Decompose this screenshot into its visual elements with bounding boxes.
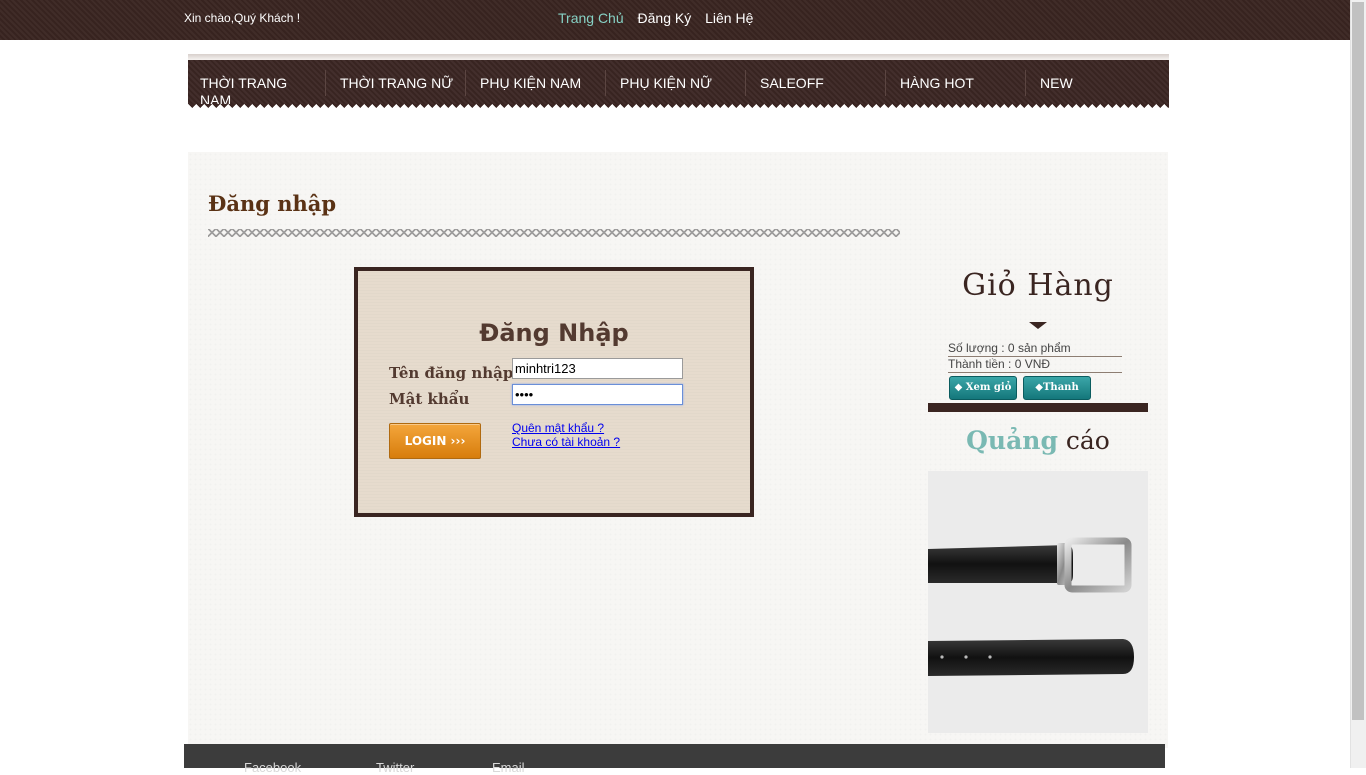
login-button[interactable]: LOGIN ››› bbox=[389, 423, 481, 459]
footer-bar: Facebook Twitter Email bbox=[184, 744, 1165, 775]
nav-separator bbox=[885, 70, 886, 96]
login-heading: Đăng Nhập bbox=[479, 319, 629, 347]
cart-title: Giỏ Hàng bbox=[962, 268, 1114, 303]
nav-item-women-accessories[interactable]: PHỤ KIỆN NỮ bbox=[620, 75, 745, 92]
main-nav: THỜI TRANG NAM THỜI TRANG NỮ PHỤ KIỆN NA… bbox=[188, 54, 1169, 116]
nav-separator bbox=[325, 70, 326, 96]
forgot-password-link[interactable]: Quên mật khẩu ? bbox=[512, 421, 604, 435]
ad-belt-image[interactable] bbox=[928, 471, 1148, 733]
cart-arrow-icon bbox=[1029, 322, 1047, 329]
belt-illustration bbox=[928, 537, 1134, 676]
top-links: Trang Chủ Đăng Ký Liên Hệ bbox=[558, 10, 763, 26]
top-bar: Xin chào,Quý Khách ! Trang Chủ Đăng Ký L… bbox=[0, 0, 1350, 40]
nav-item-new[interactable]: NEW bbox=[1040, 75, 1165, 92]
page-title: Đăng nhập bbox=[208, 191, 337, 216]
username-input[interactable] bbox=[512, 358, 683, 379]
cart-total: Thành tiền : 0 VNĐ bbox=[948, 357, 1122, 373]
nav-item-hot[interactable]: HÀNG HOT bbox=[900, 75, 1025, 92]
top-link-register[interactable]: Đăng Ký bbox=[638, 10, 692, 26]
nav-item-women-fashion[interactable]: THỜI TRANG NỮ bbox=[340, 75, 465, 92]
ads-title-part1: Quảng bbox=[966, 426, 1058, 455]
cart-quantity: Số lượng : 0 sản phẩm bbox=[948, 341, 1122, 357]
diamond-icon: ◆ bbox=[954, 382, 966, 393]
view-cart-label: Xem giỏ bbox=[965, 382, 1012, 393]
username-label: Tên đăng nhập bbox=[389, 364, 514, 382]
title-wavy-underline bbox=[208, 229, 900, 237]
checkout-button[interactable]: ◆Thanh toán bbox=[1023, 376, 1091, 415]
nav-item-men-accessories[interactable]: PHỤ KIỆN NAM bbox=[480, 75, 605, 92]
password-label: Mật khẩu bbox=[389, 390, 470, 408]
nav-separator bbox=[1025, 70, 1026, 96]
nav-separator bbox=[605, 70, 606, 96]
nav-zigzag-edge bbox=[188, 104, 1169, 112]
diamond-icon: ◆ bbox=[1035, 382, 1043, 393]
ads-title-part2: cáo bbox=[1065, 426, 1110, 455]
sidebar-divider bbox=[928, 403, 1148, 412]
top-link-home[interactable]: Trang Chủ bbox=[558, 10, 624, 26]
nav-separator bbox=[745, 70, 746, 96]
nav-bar: THỜI TRANG NAM THỜI TRANG NỮ PHỤ KIỆN NA… bbox=[188, 60, 1169, 108]
password-input[interactable] bbox=[512, 384, 683, 405]
nav-separator bbox=[465, 70, 466, 96]
view-cart-button[interactable]: ◆ Xem giỏ bbox=[949, 376, 1017, 400]
register-link[interactable]: Chưa có tài khoản ? bbox=[512, 435, 620, 449]
top-link-contact[interactable]: Liên Hệ bbox=[705, 10, 753, 26]
greeting-text: Xin chào,Quý Khách ! bbox=[184, 11, 301, 25]
nav-item-saleoff[interactable]: SALEOFF bbox=[760, 75, 885, 92]
scrollbar-thumb[interactable] bbox=[1352, 2, 1364, 720]
login-box: Đăng Nhập Tên đăng nhập Mật khẩu LOGIN ›… bbox=[354, 267, 754, 517]
ads-title: Quảng cáo bbox=[928, 426, 1148, 455]
